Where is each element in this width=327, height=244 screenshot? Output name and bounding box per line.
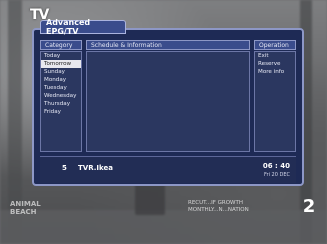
clock-time: 06 : 40: [262, 162, 290, 170]
news-ticker: RECUT...IF GROWTH MONTHLY...N...NATION: [188, 200, 296, 222]
category-item-4[interactable]: Tuesday: [41, 84, 81, 92]
category-list: Today Tomorrow Sunday Monday Tuesday Wed…: [40, 51, 82, 152]
channel-name: TVR.Ikea: [78, 164, 113, 172]
epg-title: Advanced EPG/TV: [40, 18, 126, 36]
category-item-2[interactable]: Sunday: [41, 68, 81, 76]
operation-more-info[interactable]: More info: [255, 68, 295, 76]
category-item-7[interactable]: Friday: [41, 108, 81, 116]
watermark-line-2: BEACH: [10, 208, 37, 216]
watermark-line-1: ANIMAL: [10, 200, 41, 208]
channel-watermark: ANIMAL BEACH: [10, 200, 41, 216]
operation-column: Operation Exit Reserve More info: [254, 40, 296, 152]
category-item-5[interactable]: Wednesday: [41, 92, 81, 100]
schedule-column: Schedule & Information: [86, 40, 250, 152]
ticker-line-2: MONTHLY...N...NATION: [188, 207, 249, 213]
category-item-6[interactable]: Thursday: [41, 100, 81, 108]
epg-footer: 5 TVR.Ikea 06 : 40 Fri 20 DEC: [40, 156, 296, 183]
operation-reserve[interactable]: Reserve: [255, 60, 295, 68]
operation-exit[interactable]: Exit: [255, 52, 295, 60]
category-header: Category: [40, 40, 82, 50]
operation-header: Operation: [254, 40, 296, 50]
clock-date: Fri 20 DEC: [264, 172, 290, 178]
category-column: Category Today Tomorrow Sunday Monday Tu…: [40, 40, 82, 152]
schedule-header: Schedule & Information: [86, 40, 250, 50]
category-item-3[interactable]: Monday: [41, 76, 81, 84]
operation-list: Exit Reserve More info: [254, 51, 296, 152]
category-item-0[interactable]: Today: [41, 52, 81, 60]
category-item-1[interactable]: Tomorrow: [41, 60, 81, 68]
schedule-area[interactable]: [86, 51, 250, 152]
channel-number: 5: [62, 164, 67, 172]
channel-badge: 2: [302, 196, 316, 217]
ticker-line-1: RECUT...IF GROWTH: [188, 200, 243, 206]
